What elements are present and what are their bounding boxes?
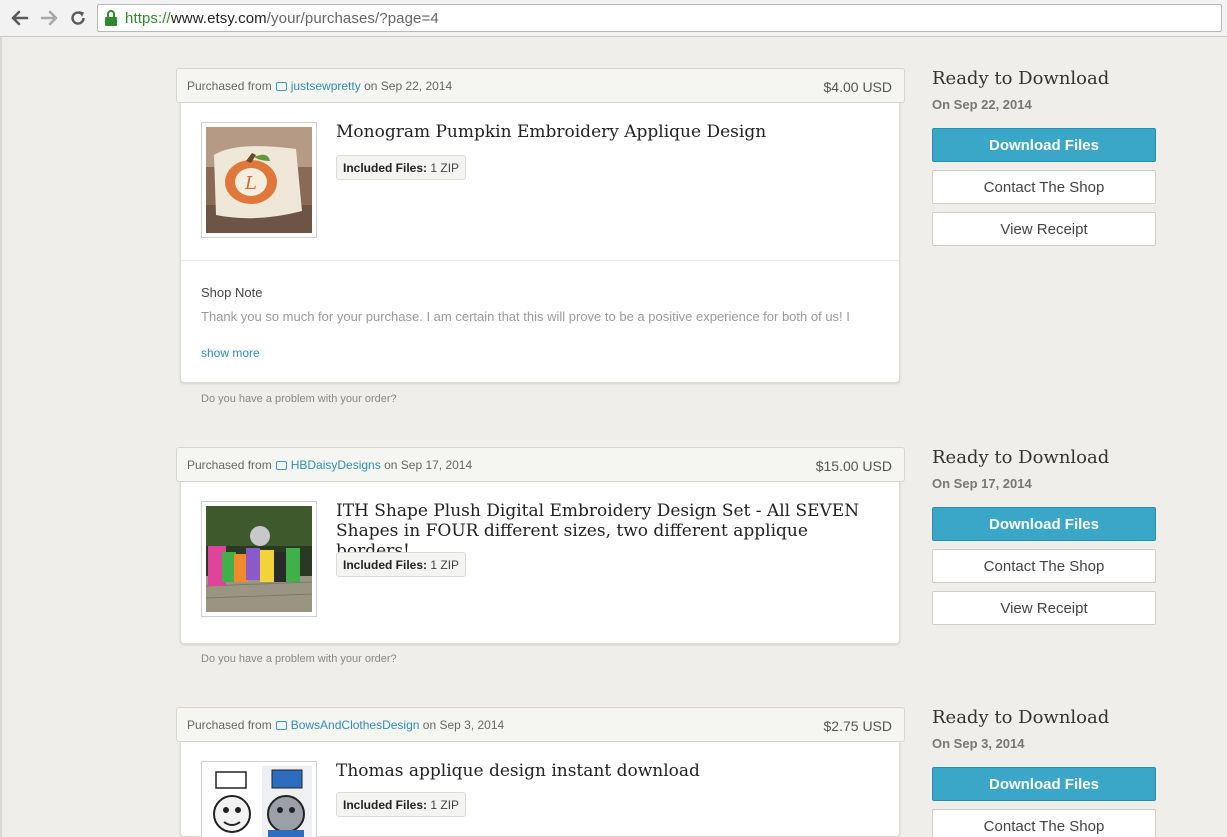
order-status-panel: Ready to Download On Sep 3, 2014 Downloa… <box>932 707 1156 837</box>
shop-link[interactable]: justsewpretty <box>291 79 361 93</box>
product-title[interactable]: Monogram Pumpkin Embroidery Applique Des… <box>336 122 881 142</box>
shop-icon <box>275 721 287 730</box>
order-header: Purchased from BowsAndClothesDesign on Se… <box>176 707 905 742</box>
shop-link[interactable]: BowsAndClothesDesign <box>291 718 420 732</box>
order-price: $4.00 USD <box>823 79 892 95</box>
download-files-button[interactable]: Download Files <box>932 507 1156 541</box>
product-thumbnail[interactable] <box>201 761 317 837</box>
url-text: https://www.etsy.com/your/purchases/?pag… <box>125 9 439 27</box>
shop-link[interactable]: HBDaisyDesigns <box>291 458 381 472</box>
reload-icon[interactable] <box>66 6 90 30</box>
contact-shop-button[interactable]: Contact The Shop <box>932 809 1156 837</box>
shop-note-label: Shop Note <box>201 285 263 300</box>
problem-link[interactable]: Do you have a problem with your order? <box>201 653 397 665</box>
forward-arrow-icon[interactable] <box>37 6 61 30</box>
problem-link[interactable]: Do you have a problem with your order? <box>201 393 397 405</box>
product-thumbnail[interactable]: L <box>201 122 317 238</box>
svg-text:L: L <box>244 173 257 194</box>
address-bar[interactable]: https://www.etsy.com/your/purchases/?pag… <box>97 4 1222 32</box>
order-date: on Sep 22, 2014 <box>364 79 453 93</box>
back-arrow-icon[interactable] <box>8 6 32 30</box>
order-card: ITH Shape Plush Digital Embroidery Desig… <box>180 482 900 644</box>
included-files: Included Files: 1 ZIP <box>336 155 467 180</box>
included-files: Included Files: 1 ZIP <box>336 552 467 577</box>
order-card: L Monogram Pumpkin Embroidery Applique D… <box>180 103 900 383</box>
order-header: Purchased from HBDaisyDesigns on Sep 17, … <box>176 447 905 482</box>
product-thumbnail[interactable] <box>201 501 317 617</box>
view-receipt-button[interactable]: View Receipt <box>932 591 1156 625</box>
order-date: on Sep 3, 2014 <box>422 718 505 732</box>
order-price: $2.75 USD <box>823 718 892 734</box>
contact-shop-button[interactable]: Contact The Shop <box>932 170 1156 204</box>
status-date: On Sep 3, 2014 <box>932 736 1025 751</box>
purchased-from-label: Purchased from <box>187 79 272 93</box>
show-more-link[interactable]: show more <box>201 346 260 360</box>
status-heading: Ready to Download <box>932 707 1110 728</box>
product-title[interactable]: Thomas applique design instant download <box>336 761 881 781</box>
purchased-from-label: Purchased from <box>187 718 272 732</box>
divider <box>181 260 899 261</box>
included-files: Included Files: 1 ZIP <box>336 792 467 817</box>
order-date: on Sep 17, 2014 <box>384 458 473 472</box>
order-status-panel: Ready to Download On Sep 17, 2014 Downlo… <box>932 447 1156 625</box>
order-price: $15.00 USD <box>815 458 892 474</box>
status-date: On Sep 17, 2014 <box>932 476 1032 491</box>
download-files-button[interactable]: Download Files <box>932 128 1156 162</box>
shop-icon <box>275 461 287 470</box>
status-date: On Sep 22, 2014 <box>932 97 1032 112</box>
purchased-from-label: Purchased from <box>187 458 272 472</box>
contact-shop-button[interactable]: Contact The Shop <box>932 549 1156 583</box>
download-files-button[interactable]: Download Files <box>932 767 1156 801</box>
lock-icon <box>104 10 118 26</box>
order-header: Purchased from justsewpretty on Sep 22, 2… <box>176 68 905 103</box>
view-receipt-button[interactable]: View Receipt <box>932 212 1156 246</box>
status-heading: Ready to Download <box>932 447 1110 468</box>
order-card: Thomas applique design instant download … <box>180 742 900 837</box>
status-heading: Ready to Download <box>932 68 1110 89</box>
window-edge <box>0 37 2 837</box>
shop-note-text: Thank you so much for your purchase. I a… <box>201 309 850 334</box>
order-status-panel: Ready to Download On Sep 22, 2014 Downlo… <box>932 68 1156 246</box>
browser-toolbar: https://www.etsy.com/your/purchases/?pag… <box>0 0 1227 37</box>
shop-icon <box>275 82 287 91</box>
